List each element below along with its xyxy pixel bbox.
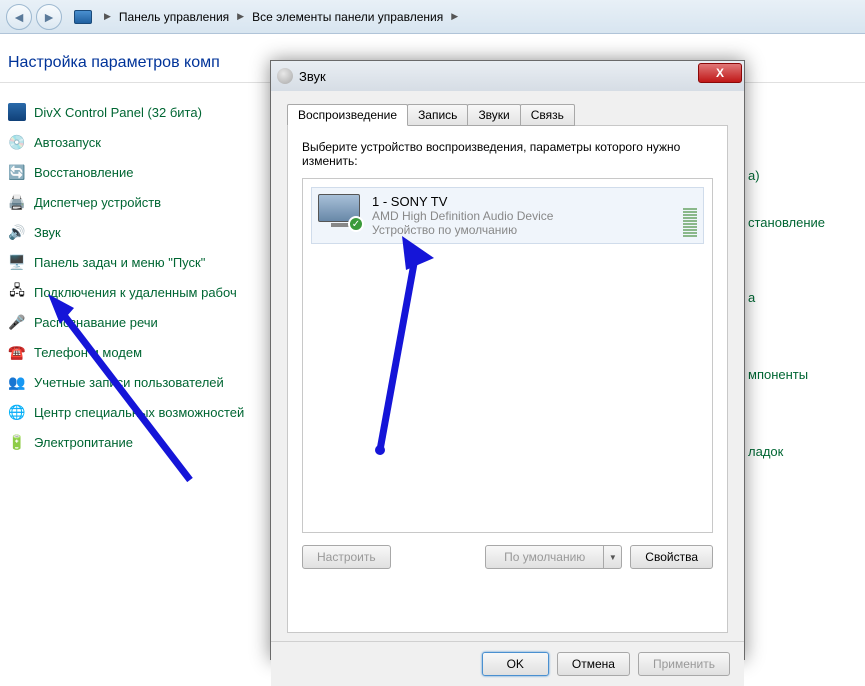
sound-icon: 🔊	[8, 223, 26, 241]
partial-item[interactable]: становление	[748, 215, 825, 230]
chevron-right-icon: ▶	[233, 11, 248, 22]
configure-button[interactable]: Настроить	[302, 545, 391, 569]
dialog-title: Звук	[299, 69, 326, 84]
device-manager-icon: 🖨️	[8, 193, 26, 211]
users-icon: 👥	[8, 373, 26, 391]
tab-recording[interactable]: Запись	[407, 104, 468, 126]
device-buttons-row: Настроить По умолчанию ▼ Свойства	[302, 545, 713, 569]
device-status: Устройство по умолчанию	[372, 223, 673, 237]
tab-strip: Воспроизведение Запись Звуки Связь	[287, 104, 574, 126]
cancel-button[interactable]: Отмена	[557, 652, 630, 676]
taskbar-icon: 🖥️	[8, 253, 26, 271]
tab-sounds[interactable]: Звуки	[467, 104, 520, 126]
partial-item[interactable]: а)	[748, 168, 825, 183]
chevron-right-icon: ▶	[447, 11, 462, 22]
autoplay-icon: 💿	[8, 133, 26, 151]
close-button[interactable]: X	[698, 63, 742, 83]
instruction-text: Выберите устройство воспроизведения, пар…	[302, 140, 713, 168]
speaker-icon	[277, 68, 293, 84]
speech-icon: 🎤	[8, 313, 26, 331]
tab-playback[interactable]: Воспроизведение	[287, 104, 408, 126]
partial-item[interactable]: а	[748, 290, 825, 305]
partial-item[interactable]: мпоненты	[748, 367, 825, 382]
device-list[interactable]: ✓ 1 - SONY TV AMD High Definition Audio …	[302, 178, 713, 533]
recovery-icon: 🔄	[8, 163, 26, 181]
tab-communications[interactable]: Связь	[520, 104, 575, 126]
apply-button[interactable]: Применить	[638, 652, 730, 676]
set-default-split-button[interactable]: По умолчанию ▼	[485, 545, 622, 569]
device-driver: AMD High Definition Audio Device	[372, 209, 673, 223]
set-default-button[interactable]: По умолчанию	[485, 545, 604, 569]
right-column-partial: а) становление а мпоненты ладок	[748, 140, 825, 459]
ok-button[interactable]: OK	[482, 652, 549, 676]
dialog-button-bar: OK Отмена Применить	[271, 641, 744, 686]
chevron-right-icon: ▶	[100, 11, 115, 22]
sound-dialog: Звук X Воспроизведение Запись Звуки Связ…	[270, 60, 745, 660]
remote-icon: 🖧	[8, 283, 26, 301]
dialog-titlebar[interactable]: Звук X	[271, 61, 744, 91]
device-item[interactable]: ✓ 1 - SONY TV AMD High Definition Audio …	[311, 187, 704, 244]
explorer-topbar: ◄ ► ▶ Панель управления ▶ Все элементы п…	[0, 0, 865, 34]
device-thumbnail: ✓	[318, 194, 362, 230]
accessibility-icon: 🌐	[8, 403, 26, 421]
dropdown-arrow-icon[interactable]: ▼	[604, 545, 622, 569]
phone-icon: ☎️	[8, 343, 26, 361]
tab-content: Выберите устройство воспроизведения, пар…	[288, 126, 727, 583]
properties-button[interactable]: Свойства	[630, 545, 713, 569]
breadcrumb-item[interactable]: Панель управления	[115, 10, 233, 24]
checkmark-icon: ✓	[348, 216, 364, 232]
divx-icon	[8, 103, 26, 121]
partial-item[interactable]: ладок	[748, 444, 825, 459]
control-panel-icon	[74, 10, 92, 24]
nav-forward-button[interactable]: ►	[36, 4, 62, 30]
tab-panel: Воспроизведение Запись Звуки Связь Выбер…	[287, 125, 728, 633]
device-name: 1 - SONY TV	[372, 194, 673, 209]
nav-back-button[interactable]: ◄	[6, 4, 32, 30]
breadcrumb[interactable]: ▶ Панель управления ▶ Все элементы панел…	[100, 10, 462, 24]
level-meter	[683, 194, 697, 237]
power-icon: 🔋	[8, 433, 26, 451]
breadcrumb-item[interactable]: Все элементы панели управления	[248, 10, 447, 24]
